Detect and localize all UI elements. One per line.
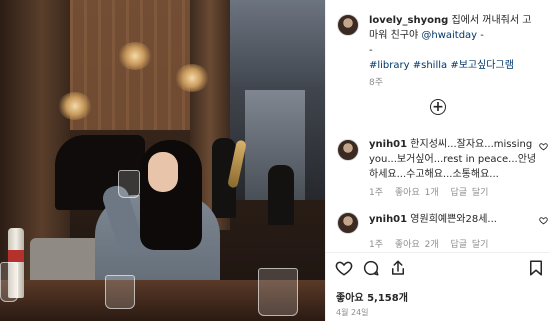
photo-glass (105, 275, 135, 309)
post-photo[interactable] (0, 0, 325, 321)
actions-divider (325, 252, 550, 253)
comment-time: 1주 (369, 188, 384, 198)
avatar[interactable] (337, 212, 359, 234)
bookmark-icon[interactable] (527, 259, 545, 277)
comment-text: 영원희예쁜와28세... (407, 214, 497, 225)
like-count[interactable]: 좋아요 5,158개 (336, 289, 408, 304)
photo-face (148, 152, 178, 192)
heart-icon[interactable] (539, 216, 548, 225)
comment-likes[interactable]: 좋아요 1개 (395, 188, 439, 198)
plus-circle-icon[interactable]: + (430, 99, 446, 115)
caption-username[interactable]: lovely_shyong (369, 15, 448, 26)
share-icon[interactable] (389, 259, 407, 277)
comment-meta: 1주 좋아요 1개 답글 달기 (369, 185, 495, 198)
comment-username[interactable]: ynih01 (369, 139, 407, 150)
comment-likes[interactable]: 좋아요 2개 (395, 240, 439, 250)
comment-username[interactable]: ynih01 (369, 214, 407, 225)
caption-dash: - (369, 45, 373, 56)
avatar[interactable] (337, 14, 359, 36)
heart-icon[interactable] (335, 259, 353, 277)
hashtag[interactable]: #보고싶다그램 (450, 60, 514, 71)
reply-button[interactable]: 답글 달기 (450, 188, 488, 198)
hashtag[interactable]: #library (369, 60, 410, 71)
caption-mention[interactable]: @hwaitday (421, 30, 477, 41)
comment-icon[interactable] (362, 259, 380, 277)
photo-musician (268, 165, 294, 225)
reply-button[interactable]: 답글 달기 (450, 240, 488, 250)
photo-lamp (58, 92, 92, 120)
hashtag[interactable]: #shilla (413, 60, 447, 71)
pane-divider (325, 0, 326, 321)
photo-glass (118, 170, 140, 198)
photo-bottle-label (8, 250, 24, 262)
heart-icon[interactable] (539, 142, 548, 151)
photo-lamp (175, 64, 209, 92)
avatar[interactable] (337, 139, 359, 161)
post-time: 8주 (369, 78, 384, 88)
photo-lamp (118, 42, 152, 70)
comment: ynih01 영원희예쁜와28세... (369, 212, 539, 227)
comment-time: 1주 (369, 240, 384, 250)
post-caption: lovely_shyong 집에서 꺼내줘서 고마워 친구야 @hwaitday… (369, 13, 539, 73)
comment-meta: 1주 좋아요 2개 답글 달기 (369, 237, 495, 250)
caption-separator: - (477, 30, 484, 41)
photo-glass (0, 262, 18, 302)
photo-glass (258, 268, 298, 316)
comment: ynih01 한지성씨...잘자요...missing you...보거싶어..… (369, 137, 539, 182)
post-date: 4월 24일 (336, 308, 369, 317)
